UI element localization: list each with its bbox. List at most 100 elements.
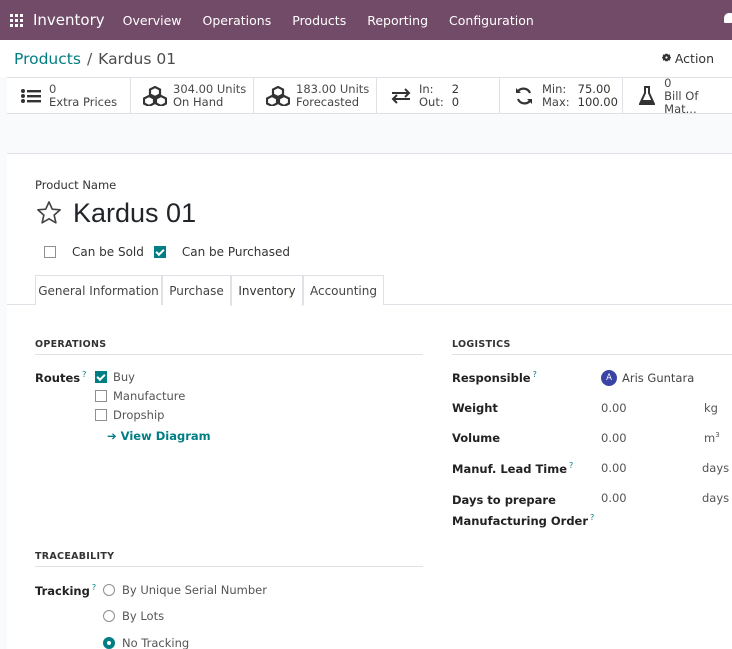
exchange-arrows-icon	[389, 86, 413, 106]
tracking-lots-label: By Lots	[122, 609, 165, 623]
can-be-purchased-label: Can be Purchased	[181, 245, 290, 259]
breadcrumb-current: Kardus 01	[98, 50, 177, 68]
lead-time-field[interactable]: 0.00	[601, 461, 627, 475]
tracking-label: Tracking?	[35, 583, 96, 598]
out-value: 0	[451, 95, 460, 109]
weight-field[interactable]: 0.00	[601, 401, 627, 415]
menu-reporting[interactable]: Reporting	[367, 13, 428, 28]
days-prepare-unit: days	[702, 491, 730, 505]
avatar: A	[601, 370, 617, 386]
out-label: Out:	[419, 95, 444, 109]
route-manufacture[interactable]: Manufacture	[95, 389, 185, 403]
route-buy-checkbox[interactable]	[95, 371, 107, 383]
flask-icon	[635, 86, 658, 106]
cubes-forecast-icon	[266, 86, 290, 106]
top-navbar: Inventory Overview Operations Products R…	[0, 0, 732, 40]
route-manufacture-label: Manufacture	[113, 389, 186, 403]
volume-unit-exponent: 3	[715, 431, 720, 440]
menu-operations[interactable]: Operations	[203, 13, 272, 28]
tracking-lots-radio[interactable]	[103, 610, 115, 622]
tracking-label-text: Tracking	[35, 583, 90, 598]
weight-unit: kg	[704, 401, 718, 415]
route-buy[interactable]: Buy	[95, 370, 135, 384]
tracking-help-icon[interactable]: ?	[92, 583, 96, 592]
days-prepare-field[interactable]: 0.00	[601, 491, 627, 505]
responsible-field[interactable]: A Aris Guntara	[601, 370, 694, 386]
product-name-label: Product Name	[35, 178, 117, 192]
list-icon	[19, 86, 43, 106]
max-value: 100.00	[577, 95, 618, 109]
tracking-none-option[interactable]: No Tracking	[103, 636, 189, 649]
tab-accounting[interactable]: Accounting	[303, 275, 384, 305]
form-sheet: Product Name Kardus 01 Can be Sold Can b…	[7, 153, 732, 649]
route-dropship-checkbox[interactable]	[95, 409, 107, 421]
route-dropship-label: Dropship	[113, 408, 165, 422]
arrow-right-icon: ➔	[107, 429, 121, 443]
product-name-field[interactable]: Kardus 01	[73, 198, 196, 229]
sale-purchase-checkboxes: Can be Sold Can be Purchased	[44, 245, 290, 259]
volume-label: Volume	[452, 431, 501, 445]
extra-prices-label: Extra Prices	[49, 95, 118, 109]
forecasted-label: Forecasted	[296, 95, 360, 109]
tracking-serial-option[interactable]: By Unique Serial Number	[103, 583, 267, 597]
lead-time-help-icon[interactable]: ?	[569, 461, 573, 470]
tab-inventory[interactable]: Inventory	[231, 275, 303, 306]
min-max-button[interactable]: Min: 75.00 Max: 100.00	[500, 78, 623, 114]
can-be-purchased-checkbox[interactable]	[153, 246, 166, 258]
app-name[interactable]: Inventory	[33, 11, 105, 29]
view-diagram-label: View Diagram	[120, 429, 211, 443]
route-manufacture-checkbox[interactable]	[95, 390, 107, 402]
route-dropship[interactable]: Dropship	[95, 408, 164, 422]
notebook-tabs: General Information Purchase Inventory A…	[7, 275, 732, 306]
responsible-help-icon[interactable]: ?	[533, 370, 537, 379]
menu-configuration[interactable]: Configuration	[449, 13, 534, 28]
can-be-sold-label: Can be Sold	[72, 245, 144, 259]
lead-time-label-text: Manuf. Lead Time	[452, 461, 568, 476]
route-buy-label: Buy	[113, 370, 135, 384]
bom-value: 0	[664, 75, 672, 90]
menu-overview[interactable]: Overview	[123, 13, 182, 28]
in-out-button[interactable]: In: 2 Out: 0	[377, 78, 500, 114]
action-button[interactable]: Action	[661, 51, 714, 66]
volume-unit-text: m	[704, 431, 716, 445]
routes-label: Routes?	[35, 370, 86, 385]
tracking-none-radio[interactable]	[103, 637, 115, 649]
can-be-sold-checkbox[interactable]	[44, 246, 56, 258]
extra-prices-button[interactable]: 0 Extra Prices	[7, 78, 131, 114]
tracking-serial-radio[interactable]	[103, 584, 115, 596]
weight-label: Weight	[452, 401, 498, 415]
tracking-serial-label: By Unique Serial Number	[122, 583, 267, 597]
control-panel: Products / Kardus 01 Action	[0, 40, 732, 77]
breadcrumb-products[interactable]: Products	[14, 50, 81, 68]
menu-products[interactable]: Products	[292, 13, 346, 28]
bom-button[interactable]: 0 Bill Of Mat...	[623, 75, 732, 116]
volume-field[interactable]: 0.00	[601, 431, 627, 445]
operations-header: OPERATIONS	[35, 339, 423, 355]
view-diagram-link[interactable]: ➔ View Diagram	[107, 429, 211, 443]
smart-button-box: 0 Extra Prices 304.00 Units On Hand 183.00…	[7, 75, 732, 116]
forecasted-button[interactable]: 183.00 Units Forecasted	[254, 78, 377, 114]
on-hand-label: On Hand	[173, 95, 224, 109]
apps-menu-icon[interactable]	[10, 13, 23, 27]
days-prepare-label-line1: Days to prepare	[452, 493, 556, 507]
days-prepare-help-icon[interactable]: ?	[590, 513, 594, 522]
tracking-lots-option[interactable]: By Lots	[103, 609, 164, 623]
logistics-header: LOGISTICS	[452, 339, 732, 355]
refresh-icon	[512, 86, 536, 106]
star-icon[interactable]	[35, 199, 63, 227]
max-label: Max:	[542, 95, 570, 109]
chat-icon[interactable]	[724, 13, 732, 23]
days-prepare-label-line2: Manufacturing Order	[452, 513, 589, 528]
breadcrumb: Products / Kardus 01	[14, 50, 176, 68]
tab-general-information[interactable]: General Information	[35, 275, 162, 305]
tab-purchase[interactable]: Purchase	[162, 275, 231, 305]
lead-time-label: Manuf. Lead Time?	[452, 461, 573, 476]
bom-label: Bill Of Mat...	[664, 88, 699, 116]
volume-unit: m3	[704, 431, 720, 445]
responsible-value: Aris Guntara	[622, 371, 695, 385]
days-prepare-label: Days to prepare Manufacturing Order?	[452, 491, 594, 530]
on-hand-button[interactable]: 304.00 Units On Hand	[131, 78, 254, 114]
routes-help-icon[interactable]: ?	[82, 370, 86, 379]
traceability-header: TRACEABILITY	[35, 551, 423, 567]
breadcrumb-separator: /	[86, 50, 93, 68]
